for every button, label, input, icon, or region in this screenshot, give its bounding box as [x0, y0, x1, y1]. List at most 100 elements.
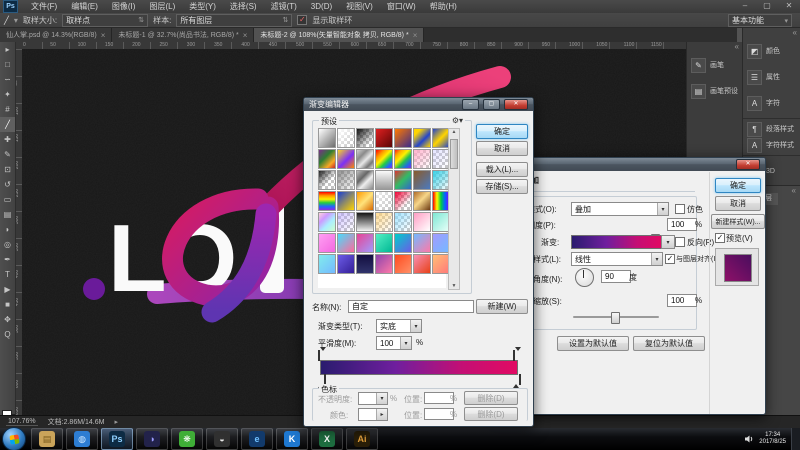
gradient-preset[interactable]	[337, 212, 355, 232]
presets-scrollbar[interactable]: ▲ ▼	[448, 128, 460, 290]
gradient-preset[interactable]	[413, 128, 431, 148]
gradient-picker-button[interactable]: ▾	[661, 235, 675, 249]
gradient-preset[interactable]	[337, 191, 355, 211]
gradient-preset[interactable]	[375, 233, 393, 253]
minimize-icon[interactable]: –	[738, 1, 752, 10]
gradient-preset[interactable]	[375, 254, 393, 274]
gradient-preset[interactable]	[413, 170, 431, 190]
taskbar-app-netdisk[interactable]: ◒	[206, 428, 238, 450]
lasso-tool[interactable]: ∽	[0, 72, 15, 87]
gradient-preset[interactable]	[413, 233, 431, 253]
taskbar-app-browser-360[interactable]: ◍	[66, 428, 98, 450]
taskbar-app-kugou[interactable]: K	[276, 428, 308, 450]
gradient-preset[interactable]	[337, 254, 355, 274]
scroll-up-icon[interactable]: ▲	[449, 129, 459, 135]
sample-select[interactable]: 所有图层 ⇅	[176, 13, 293, 27]
menu-item[interactable]: 视图(V)	[339, 0, 380, 13]
gradient-preset[interactable]	[375, 128, 393, 148]
taskbar-app-illustrator[interactable]: Ai	[346, 428, 378, 450]
close-icon[interactable]: ✕	[782, 1, 796, 10]
gradient-preset[interactable]	[394, 149, 412, 169]
eyedropper-tool[interactable]: ╱	[0, 117, 15, 132]
tool-preset-caret[interactable]: ▾	[14, 16, 18, 25]
blur-tool[interactable]: ◗	[0, 222, 15, 237]
blend-mode-select[interactable]: 叠加 ▾	[571, 202, 669, 216]
gradient-preset[interactable]	[375, 149, 393, 169]
shape-tool[interactable]: ■	[0, 297, 15, 312]
menu-item[interactable]: 滤镜(T)	[264, 0, 304, 13]
document-tab[interactable]: 未标题-2 @ 108%(矢量智能对象 拷贝, RGB/8) * ×	[254, 28, 425, 42]
gradient-preset[interactable]	[356, 191, 374, 211]
gradient-preset[interactable]	[318, 191, 336, 211]
opacity-stop-left[interactable]	[318, 347, 326, 361]
status-flyout-icon[interactable]: ▸	[114, 418, 118, 426]
gradient-preset[interactable]	[375, 191, 393, 211]
menu-item[interactable]: 选择(S)	[223, 0, 264, 13]
type-tool[interactable]: T	[0, 267, 15, 282]
gradient-preset[interactable]	[394, 233, 412, 253]
scroll-down-icon[interactable]: ▼	[449, 283, 459, 289]
gradient-preset[interactable]	[413, 149, 431, 169]
taskbar-app-internet-explorer[interactable]: e	[241, 428, 273, 450]
taskbar-app-media-player[interactable]: ◑	[136, 428, 168, 450]
gradient-preset[interactable]	[337, 149, 355, 169]
gradient-preset[interactable]	[356, 128, 374, 148]
delete-opacity-stop-button[interactable]: 删除(D)	[464, 391, 518, 405]
tab-close-icon[interactable]: ×	[101, 31, 106, 40]
path-select-tool[interactable]: ▶	[0, 282, 15, 297]
menu-item[interactable]: 窗口(W)	[380, 0, 423, 13]
align-checkbox[interactable]: ✓	[665, 254, 675, 264]
gradient-preset[interactable]	[394, 128, 412, 148]
pen-tool[interactable]: ✒	[0, 252, 15, 267]
taskbar-app-explorer[interactable]: ▤	[31, 428, 63, 450]
sample-size-select[interactable]: 取样点 ⇅	[62, 13, 149, 27]
tab-close-icon[interactable]: ×	[413, 31, 418, 40]
gradient-preset[interactable]	[318, 170, 336, 190]
move-tool[interactable]: ▸	[0, 42, 15, 57]
gradient-preset[interactable]	[413, 212, 431, 232]
workspace-switcher[interactable]: 基本功能 ▾	[728, 14, 792, 27]
collapse-dock-icon[interactable]: «	[743, 28, 800, 38]
gradient-preset[interactable]	[375, 212, 393, 232]
set-default-button[interactable]: 设置为默认值	[557, 336, 629, 351]
cancel-button[interactable]: 取消	[476, 141, 528, 156]
gradient-preset[interactable]	[394, 212, 412, 232]
hand-tool[interactable]: ✥	[0, 312, 15, 327]
document-tab[interactable]: 未标题-1 @ 32.7%(尚品书法, RGB/8) * ×	[112, 28, 255, 42]
menu-item[interactable]: 图像(I)	[105, 0, 143, 13]
taskbar-app-excel[interactable]: X	[311, 428, 343, 450]
dock-item-字符样式[interactable]: A 字符样式	[743, 137, 800, 153]
save-button[interactable]: 存储(S)...	[476, 179, 528, 194]
taskbar-clock[interactable]: 17:34 2017/8/25	[759, 432, 786, 446]
color-stop-right[interactable]	[513, 374, 521, 388]
gradient-preset[interactable]	[394, 191, 412, 211]
gradient-preset[interactable]	[318, 212, 336, 232]
opacity-stop-right[interactable]	[513, 347, 521, 361]
zoom-tool[interactable]: Q	[0, 327, 15, 342]
taskbar-app-photoshop[interactable]: Ps	[101, 428, 133, 450]
new-style-button[interactable]: 新建样式(W)...	[711, 214, 765, 229]
ok-button[interactable]: 确定	[715, 178, 761, 193]
gradient-preview[interactable]	[571, 235, 663, 249]
collapse-dock-icon[interactable]: «	[687, 42, 743, 52]
menu-item[interactable]: 类型(Y)	[182, 0, 223, 13]
reset-default-button[interactable]: 复位为默认值	[633, 336, 705, 351]
menu-item[interactable]: 图层(L)	[142, 0, 182, 13]
new-button[interactable]: 新建(W)	[476, 299, 528, 314]
dodge-tool[interactable]: ◎	[0, 237, 15, 252]
gradient-preset[interactable]	[356, 254, 374, 274]
marquee-tool[interactable]: □	[0, 57, 15, 72]
dock-item-画笔[interactable]: ✎ 画笔	[687, 52, 743, 78]
show-desktop-button[interactable]	[791, 428, 800, 450]
angle-value-field[interactable]: 90	[601, 270, 631, 283]
healing-brush-tool[interactable]: ✚	[0, 132, 15, 147]
gradient-preset[interactable]	[413, 191, 431, 211]
close-icon[interactable]: ✕	[736, 159, 760, 170]
dock-item-画笔预设[interactable]: ▤ 画笔预设	[687, 78, 743, 104]
start-button[interactable]	[2, 427, 26, 450]
cancel-button[interactable]: 取消	[715, 196, 761, 211]
gradient-bar[interactable]	[318, 347, 521, 388]
color-stop-left[interactable]	[318, 374, 326, 388]
gradient-preset[interactable]	[337, 128, 355, 148]
dock-item-颜色[interactable]: ◩ 颜色	[743, 38, 800, 64]
